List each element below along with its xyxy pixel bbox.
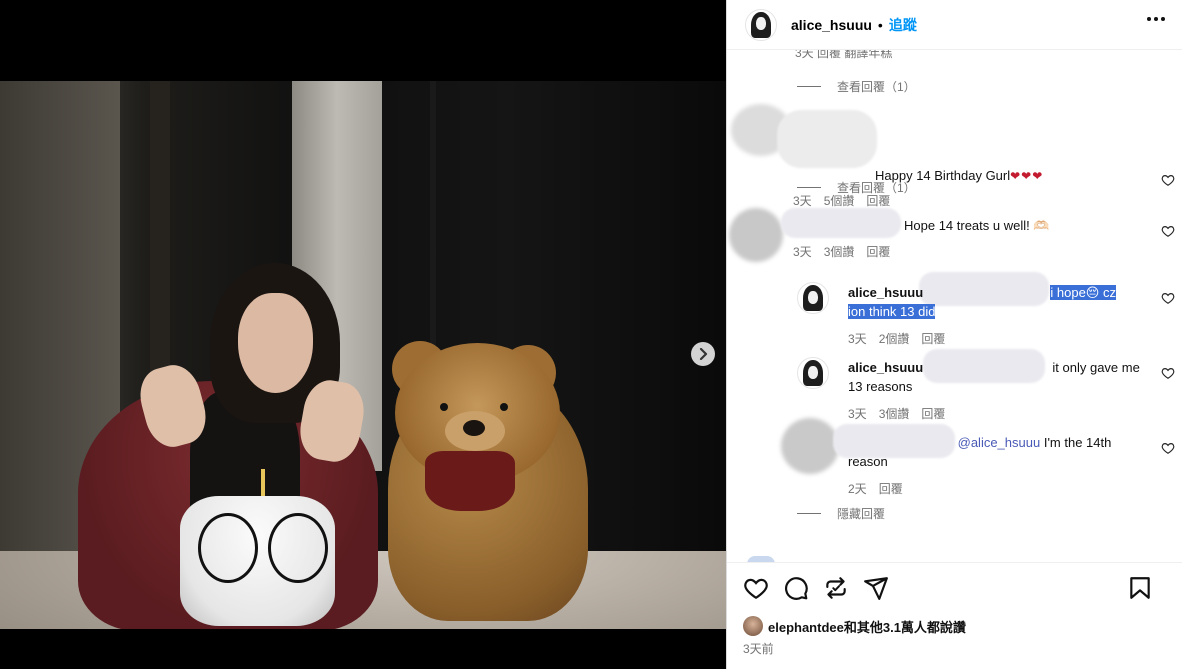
cake-ribbon [198,513,258,583]
comment-meta: 3天 3個讚 回覆 [793,243,890,260]
blurred-avatar [729,208,783,262]
comment-username[interactable]: alice_hsuuu [848,285,923,300]
avatar[interactable] [745,8,777,41]
teddy-bear-bow [425,451,515,511]
comment-meta: 2天 回覆 [848,480,903,497]
heart-icon[interactable] [743,575,769,601]
avatar[interactable] [743,616,763,636]
hide-replies-button[interactable]: 隱藏回覆 [797,505,885,522]
comment-icon[interactable] [783,575,809,601]
teddy-bear-eye [440,403,448,411]
save-icon[interactable] [1127,575,1153,601]
follow-button[interactable]: 追蹤 [889,15,917,35]
comment-meta: 3天 2個讚 回覆 [848,330,945,347]
reply-comment: @alice_hsuuu I'm the 14th reason 2天 回覆 [727,416,1182,496]
mention-link[interactable]: @alice_hsuuu [958,435,1041,450]
action-bar [727,562,1182,612]
post-photo [0,81,726,629]
heart-icon[interactable] [1161,224,1175,238]
reply-button[interactable]: 回覆 [921,330,945,347]
divider-line [797,86,821,87]
heart-icon[interactable] [1161,366,1175,380]
cake-candle [261,469,265,499]
view-replies-button[interactable]: 查看回覆（1） [797,78,916,95]
comment-likes[interactable]: 3個讚 [824,243,855,260]
comment-meta-partial: 3天 回覆 翻譯年糕 [795,50,893,60]
avatar[interactable] [797,357,829,389]
comment-time: 3天 [793,245,812,259]
blurred-username [777,110,877,168]
comment-text: alice_hsuuu i hope😔 cz ion think 13 did [848,283,1148,321]
heart-emojis: ❤❤❤ [1010,169,1044,183]
comment-time: 3天 [848,332,867,346]
more-icon[interactable] [1147,17,1165,21]
reply-comment: alice_hsuuu it only gave me 13 reasons 3… [727,349,1182,423]
cake-ribbon [268,513,328,583]
blurred-username [781,208,901,238]
post-author-username[interactable]: alice_hsuuu [791,17,872,33]
comment-likes[interactable]: 2個讚 [879,330,910,347]
comment: Hope 14 treats u well! 🫶🏻 3天 3個讚 回覆 [727,206,1182,266]
comment-text: Hope 14 treats u well! 🫶🏻 [904,218,1050,233]
likes-text[interactable]: elephantdee和其他3.1萬人都說讚 [768,617,966,636]
heart-icon[interactable] [1161,291,1175,305]
comments-list: 3天 回覆 翻譯年糕 查看回覆（1） Happy 14 Birthday Gur… [727,50,1182,562]
reply-button[interactable]: 回覆 [879,480,903,497]
comment-username[interactable]: alice_hsuuu [848,360,923,375]
reply-comment: alice_hsuuu i hope😔 cz ion think 13 did … [727,272,1182,348]
post-header: alice_hsuuu • 追蹤 [727,0,1182,50]
person-face [238,293,313,393]
divider-line [797,187,821,188]
separator-dot: • [877,16,883,33]
chevron-right-icon [699,348,708,360]
avatar[interactable] [797,282,829,314]
comment-text: @alice_hsuuu I'm the 14th reason [848,435,1112,469]
post-timestamp[interactable]: 3天前 [743,640,774,657]
share-icon[interactable] [863,575,889,601]
repost-icon[interactable] [823,575,849,601]
comment: Happy 14 Birthday Gurl❤❤❤ 3天 5個讚 回覆 [727,100,1182,208]
next-photo-button[interactable] [691,342,715,366]
emoji: 🫶🏻 [1033,218,1050,233]
view-replies-label: 查看回覆（1） [837,80,916,94]
heart-icon[interactable] [1161,441,1175,455]
divider-line [797,513,821,514]
post-media [0,0,726,669]
view-replies-button[interactable]: 查看回覆（1） [797,179,916,196]
comment-time: 2天 [848,482,867,496]
comment-text: alice_hsuuu it only gave me 13 reasons [848,360,1140,394]
view-replies-label: 查看回覆（1） [837,181,916,195]
heart-icon[interactable] [1161,173,1175,187]
likes-summary: elephantdee和其他3.1萬人都說讚 [743,616,966,636]
blurred-avatar [781,418,839,474]
teddy-bear-eye [500,403,508,411]
hide-replies-label: 隱藏回覆 [837,507,886,521]
selected-text: i hope😔 cz [1050,285,1116,300]
reply-button[interactable]: 回覆 [866,243,890,260]
teddy-bear-nose [463,420,485,436]
selected-text: ion think 13 did [848,304,936,319]
post-panel: alice_hsuuu • 追蹤 3天 回覆 翻譯年糕 查看回覆（1） Happ… [726,0,1182,669]
